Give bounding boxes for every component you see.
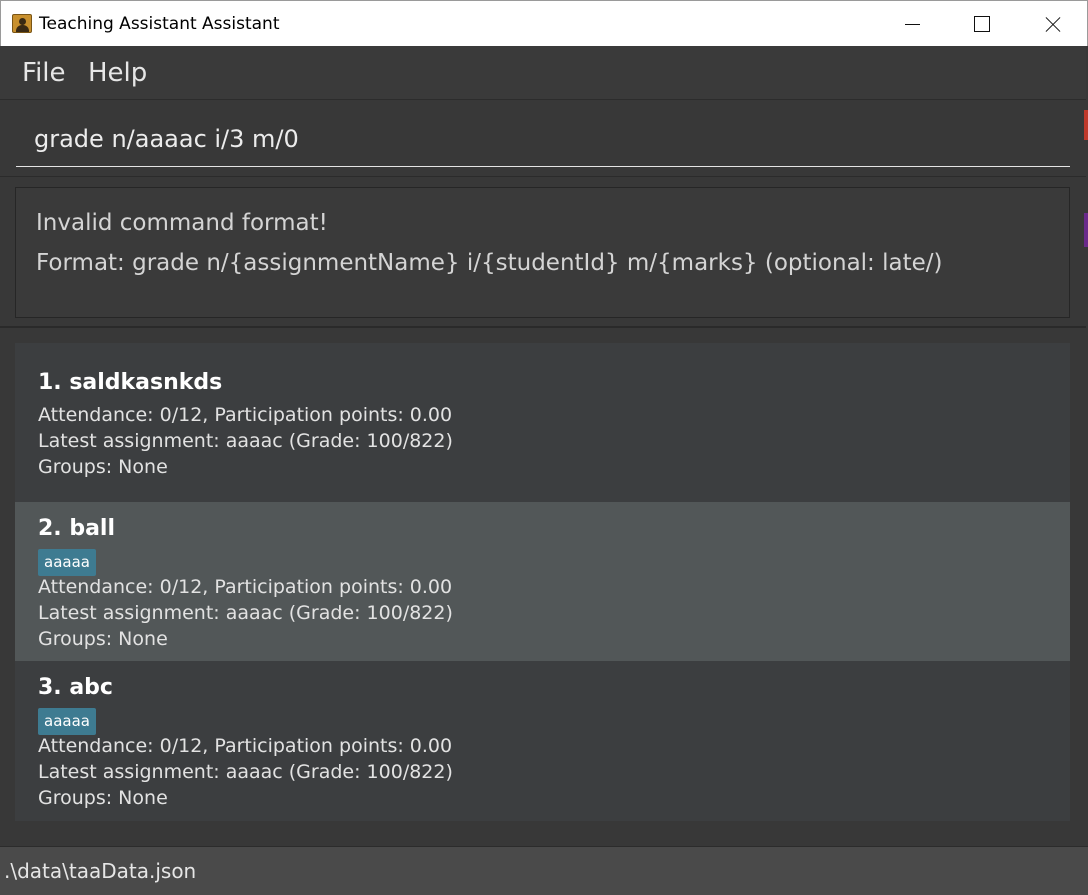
student-tag: aaaaa bbox=[38, 708, 96, 735]
result-message-line: Invalid command format! bbox=[36, 210, 328, 236]
background-window-edge bbox=[1084, 110, 1088, 140]
menu-help[interactable]: Help bbox=[88, 58, 147, 88]
student-attendance: Attendance: 0/12, Participation points: … bbox=[38, 576, 453, 598]
student-attendance: Attendance: 0/12, Participation points: … bbox=[38, 404, 453, 426]
student-card[interactable]: 3. abc aaaaa Attendance: 0/12, Participa… bbox=[15, 661, 1070, 821]
window-title: Teaching Assistant Assistant bbox=[39, 14, 280, 34]
student-name: 1. saldkasnkds bbox=[38, 370, 223, 395]
student-latest-assignment: Latest assignment: aaaac (Grade: 100/822… bbox=[38, 602, 453, 624]
split-divider[interactable] bbox=[0, 326, 1086, 328]
student-groups: Groups: None bbox=[38, 456, 168, 478]
student-card[interactable]: 1. saldkasnkds Attendance: 0/12, Partici… bbox=[15, 343, 1070, 502]
close-icon[interactable] bbox=[1017, 1, 1085, 47]
student-groups: Groups: None bbox=[38, 628, 168, 650]
command-input[interactable] bbox=[16, 111, 1070, 167]
maximize-icon[interactable] bbox=[947, 1, 1015, 47]
student-latest-assignment: Latest assignment: aaaac (Grade: 100/822… bbox=[38, 430, 453, 452]
background-window-edge bbox=[1084, 213, 1088, 247]
student-latest-assignment: Latest assignment: aaaac (Grade: 100/822… bbox=[38, 761, 453, 783]
student-list: 1. saldkasnkds Attendance: 0/12, Partici… bbox=[15, 343, 1070, 821]
app-person-icon bbox=[12, 14, 32, 33]
student-groups: Groups: None bbox=[38, 787, 168, 809]
menu-bar: File Help bbox=[0, 46, 1086, 100]
student-attendance: Attendance: 0/12, Participation points: … bbox=[38, 735, 453, 757]
command-box bbox=[0, 101, 1086, 177]
title-bar: Teaching Assistant Assistant bbox=[0, 0, 1088, 46]
student-card-selected[interactable]: 2. ball aaaaa Attendance: 0/12, Particip… bbox=[15, 502, 1070, 661]
status-bar: .\data\taaData.json bbox=[0, 846, 1088, 895]
minimize-icon[interactable] bbox=[878, 1, 946, 47]
save-file-path: .\data\taaData.json bbox=[4, 859, 197, 883]
student-name: 2. ball bbox=[38, 516, 115, 541]
student-name: 3. abc bbox=[38, 675, 113, 700]
result-format-line: Format: grade n/{assignmentName} i/{stud… bbox=[36, 250, 943, 276]
result-display: Invalid command format! Format: grade n/… bbox=[15, 187, 1070, 318]
menu-file[interactable]: File bbox=[22, 58, 66, 88]
student-tag: aaaaa bbox=[38, 549, 96, 576]
